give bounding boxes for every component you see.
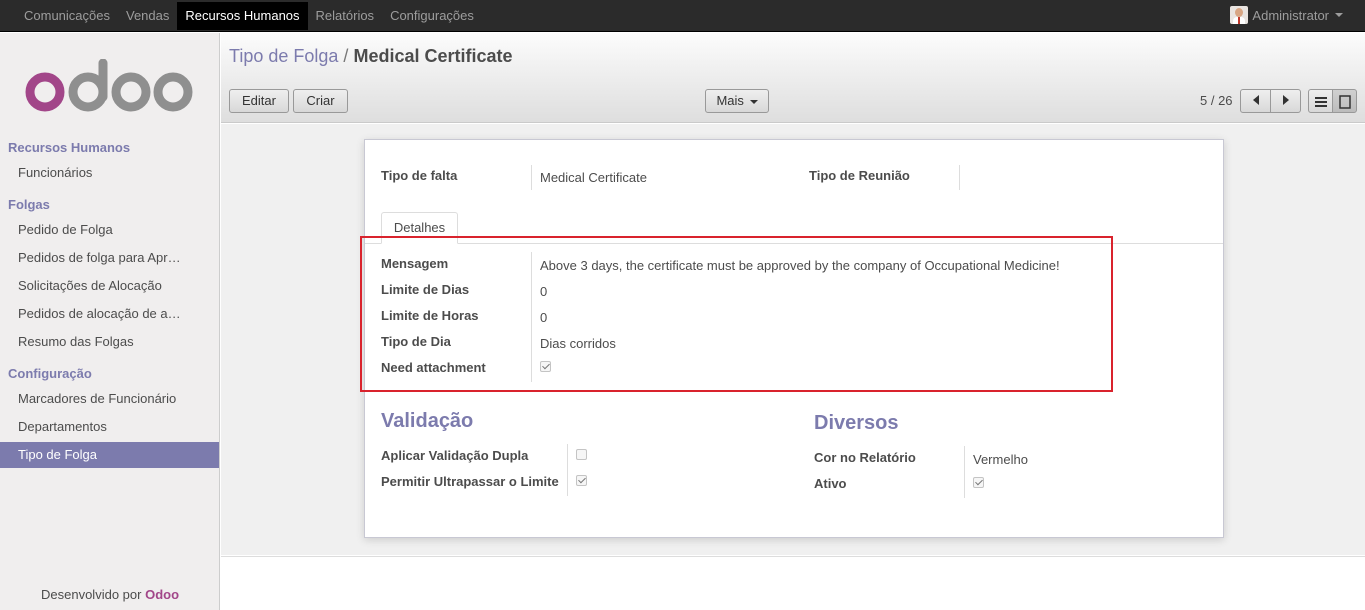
top-menu: Comunicações Vendas Recursos Humanos Rel… <box>16 2 482 30</box>
ativo-label: Ativo <box>814 476 847 491</box>
footer-text: Desenvolvido por <box>41 587 142 602</box>
top-menu-recursos-humanos[interactable]: Recursos Humanos <box>177 2 308 30</box>
diversos-title: Diversos <box>814 412 899 434</box>
sidebar-item-pedidos-aprovar[interactable]: Pedidos de folga para Aprovar <box>0 245 219 271</box>
control-panel: Tipo de Folga / Medical Certificate Edit… <box>221 33 1365 123</box>
next-button[interactable] <box>1270 89 1301 113</box>
section-configuracao: Configuração <box>8 366 92 381</box>
section-folgas: Folgas <box>8 197 50 212</box>
field-divider <box>531 165 532 190</box>
tipo-falta-value: Medical Certificate <box>540 170 647 185</box>
sidebar-item-funcionarios[interactable]: Funcionários <box>0 160 219 186</box>
sidebar-item-resumo[interactable]: Resumo das Folgas <box>0 329 219 355</box>
form-view-button[interactable] <box>1332 89 1357 113</box>
ativo-checkbox[interactable] <box>973 477 984 488</box>
content-footer-area <box>221 556 1365 610</box>
validacao-dupla-checkbox[interactable] <box>576 449 587 460</box>
arrow-right-icon <box>1282 95 1289 105</box>
cor-relatorio-value: Vermelho <box>973 452 1028 467</box>
sidebar: Recursos Humanos Funcionários Folgas Ped… <box>0 33 220 610</box>
ultrapassar-limite-checkbox[interactable] <box>576 475 587 486</box>
form-icon <box>1338 94 1351 109</box>
caret-down-icon <box>749 99 758 104</box>
user-menu[interactable]: Administrator <box>1230 6 1343 24</box>
cor-relatorio-label: Cor no Relatório <box>814 450 916 465</box>
edit-button[interactable]: Editar <box>229 89 289 113</box>
sidebar-item-departamentos[interactable]: Departamentos <box>0 414 219 440</box>
caret-down-icon <box>1335 13 1343 17</box>
avatar <box>1230 6 1249 24</box>
field-divider <box>567 444 568 496</box>
field-divider <box>964 446 965 498</box>
user-name: Administrator <box>1252 7 1329 23</box>
top-menu-relatorios[interactable]: Relatórios <box>308 2 383 30</box>
top-menu-comunicacoes[interactable]: Comunicações <box>16 2 118 30</box>
validacao-dupla-label: Aplicar Validação Dupla <box>381 448 529 463</box>
more-button-label: Mais <box>716 93 744 108</box>
footer-brand-link[interactable]: Odoo <box>145 587 179 602</box>
breadcrumb-current: Medical Certificate <box>353 46 513 66</box>
highlight-box <box>360 236 1113 392</box>
more-button[interactable]: Mais <box>705 89 769 113</box>
breadcrumb-parent[interactable]: Tipo de Folga <box>229 46 338 66</box>
list-view-button[interactable] <box>1308 89 1333 113</box>
pager-value[interactable]: 5 / 26 <box>1200 93 1233 108</box>
sidebar-item-tipo-folga[interactable]: Tipo de Folga <box>0 442 219 468</box>
sidebar-item-pedidos-alocacao[interactable]: Pedidos de alocação de aprovar <box>0 301 219 327</box>
top-menu-vendas[interactable]: Vendas <box>118 2 177 30</box>
previous-button[interactable] <box>1240 89 1271 113</box>
tipo-reuniao-label: Tipo de Reunião <box>809 168 910 183</box>
sidebar-item-marcadores[interactable]: Marcadores de Funcionário <box>0 386 219 412</box>
top-navbar: Comunicações Vendas Recursos Humanos Rel… <box>0 0 1365 32</box>
create-button[interactable]: Criar <box>293 89 348 113</box>
ultrapassar-limite-label: Permitir Ultrapassar o Limite <box>381 474 559 489</box>
arrow-left-icon <box>1252 95 1259 105</box>
list-icon <box>1314 96 1327 107</box>
sidebar-item-solicitacoes-alocacao[interactable]: Solicitações de Alocação <box>0 273 219 299</box>
sidebar-footer: Desenvolvido por Odoo <box>41 587 179 602</box>
sidebar-item-pedido-folga[interactable]: Pedido de Folga <box>0 217 219 243</box>
tipo-falta-label: Tipo de falta <box>381 168 458 183</box>
top-menu-configuracoes[interactable]: Configurações <box>382 2 482 30</box>
validacao-title: Validação <box>381 410 474 432</box>
odoo-logo[interactable] <box>25 59 195 119</box>
field-divider <box>959 165 960 190</box>
breadcrumb: Tipo de Folga / Medical Certificate <box>229 46 513 67</box>
breadcrumb-separator: / <box>343 46 349 66</box>
section-recursos-humanos: Recursos Humanos <box>8 140 131 155</box>
